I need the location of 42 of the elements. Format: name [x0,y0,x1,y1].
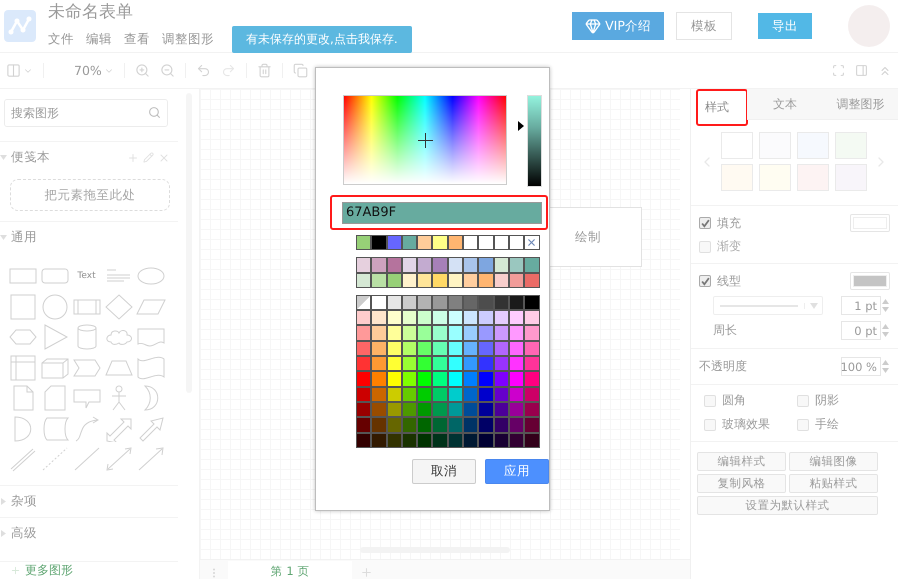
hex-color-field[interactable]: 67AB9F [342,202,542,224]
apply-button[interactable]: 应用 [485,459,549,484]
panel-button[interactable]: 粘贴样式 [789,474,878,493]
checkbox-label: 手绘 [815,416,839,433]
panel-button[interactable]: 复制风格 [697,474,786,493]
checkbox-label: 圆角 [722,392,746,409]
checkbox-label: 线型 [717,272,741,290]
opacity-field[interactable]: 100 % [841,357,881,376]
menu-item[interactable]: 编辑 [86,30,112,48]
document-title[interactable]: 未命名表单 [48,0,412,22]
vip-button[interactable]: VIP介绍 [572,12,664,40]
opacity-label: 不透明度 [699,358,747,375]
section-header[interactable]: 高级 [0,516,178,548]
checkbox-label: 玻璃效果 [722,416,770,433]
template-button[interactable]: 模板 [676,12,732,40]
unsaved-changes-notice[interactable]: 有未保存的更改,点击我保存. [232,26,412,52]
more-shapes-link[interactable]: 更多图形 [25,562,73,579]
menu-item[interactable]: 查看 [124,30,150,48]
menu-item[interactable]: 文件 [48,30,74,48]
panel-button[interactable]: 编辑样式 [697,452,786,471]
section-header[interactable]: 通用 [0,221,178,253]
panel-tab[interactable]: 样式 [697,90,747,125]
checkbox-label: 填充 [717,214,741,232]
checkbox-label: 阴影 [815,392,839,409]
perimeter-field[interactable]: 0 pt [841,321,881,340]
cancel-button[interactable]: 取消 [412,459,476,484]
checkbox-label: 渐变 [717,238,741,255]
menu-item[interactable]: 调整图形 [162,30,214,48]
panel-button[interactable]: 编辑图像 [789,452,878,471]
page-tab[interactable]: 第 1 页 [228,561,352,579]
zoom-level[interactable]: 70% [74,63,102,78]
section-header[interactable]: 便笺本 [0,141,178,173]
text-shape[interactable]: Text [77,271,96,282]
export-button[interactable]: 导出 [758,13,812,39]
panel-tab[interactable]: 调整图形 [822,89,898,120]
line-width-field[interactable]: 1 pt [841,296,881,315]
panel-tab[interactable]: 文本 [747,89,822,120]
search-field[interactable]: 搜索图形 [4,99,168,127]
perimeter-label: 周长 [713,322,737,339]
drop-area[interactable]: 把元素拖至此处 [10,179,170,211]
section-header[interactable]: 杂项 [0,484,178,516]
set-default-style-button[interactable]: 设置为默认样式 [697,496,878,515]
